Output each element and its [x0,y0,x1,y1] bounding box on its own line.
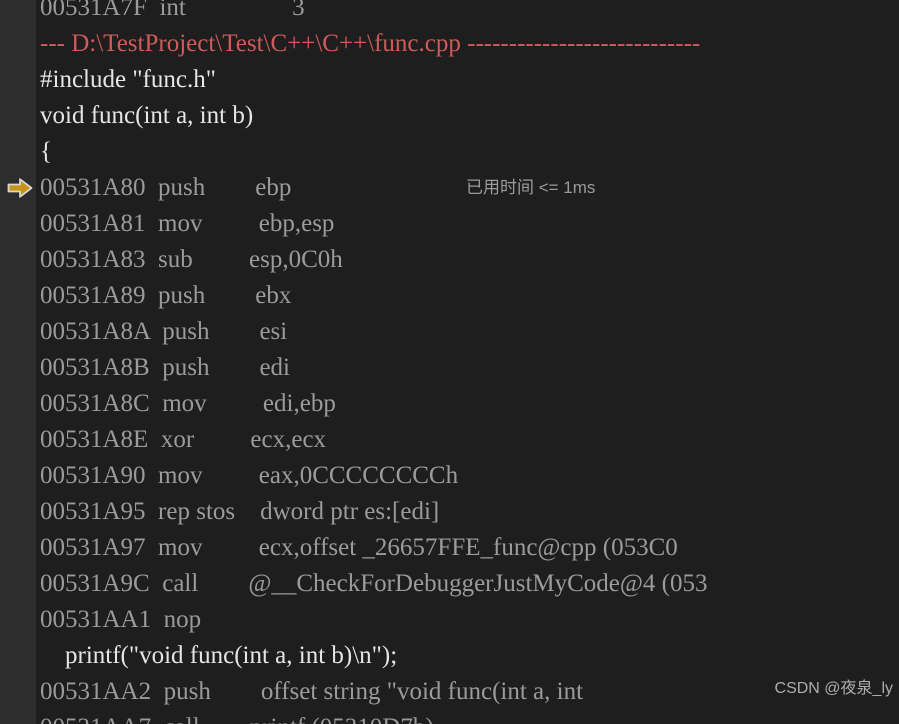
disassembly-line[interactable]: 00531A8E xor ecx,ecx [0,422,899,458]
line-text: 00531A8E xor ecx,ecx [40,426,327,453]
line-text: void func(int a, int b) [40,102,254,129]
line-text: 00531A89 push ebx [40,282,292,309]
line-text: 00531A90 mov eax,0CCCCCCCCh [40,462,459,489]
line-text: 00531AA2 push offset string "void func(i… [40,678,584,705]
line-text: 00531A9C call @__CheckForDebuggerJustMyC… [40,570,708,597]
disassembly-window: 00531A7F int 3 --- D:\TestProject\Test\C+… [0,0,899,724]
line-text: 00531A95 rep stos dword ptr es:[edi] [40,498,440,525]
disassembly-line[interactable]: 00531AA1 nop [0,602,899,638]
source-line[interactable]: { [0,134,899,170]
disassembly-line[interactable]: 00531A80 push ebp [0,170,899,206]
disassembly-line[interactable]: 00531A9C call @__CheckForDebuggerJustMyC… [0,566,899,602]
disassembly-line[interactable]: 00531A8A push esi [0,314,899,350]
current-statement-arrow-icon[interactable] [6,170,34,206]
line-text: 00531A7F int 3 [40,0,305,21]
disassembly-line[interactable]: 00531AA2 push offset string "void func(i… [0,674,899,710]
line-text: 00531A81 mov ebp,esp [40,210,335,237]
disassembly-line[interactable]: 00531A7F int 3 [0,0,899,26]
source-line[interactable]: printf("void func(int a, int b)\n"); [0,638,899,674]
line-text: 00531A8B push edi [40,354,290,381]
line-text: --- D:\TestProject\Test\C++\C++\func.cpp… [40,30,701,57]
line-text: 00531A83 sub esp,0C0h [40,246,343,273]
disassembly-line[interactable]: 00531A83 sub esp,0C0h [0,242,899,278]
disassembly-code-area[interactable]: 00531A7F int 3 --- D:\TestProject\Test\C+… [0,0,899,724]
elapsed-time-label: 已用时间 [466,178,534,197]
disassembly-line[interactable]: 00531A90 mov eax,0CCCCCCCCh [0,458,899,494]
source-file-header[interactable]: --- D:\TestProject\Test\C++\C++\func.cpp… [0,26,899,62]
source-line[interactable]: #include "func.h" [0,62,899,98]
line-text: 00531A8A push esi [40,318,288,345]
line-text: 00531A97 mov ecx,offset _26657FFE_func@c… [40,534,678,561]
csdn-watermark: CSDN @夜泉_ly [774,680,893,697]
source-line[interactable]: void func(int a, int b) [0,98,899,134]
disassembly-line[interactable]: 00531A95 rep stos dword ptr es:[edi] [0,494,899,530]
disassembly-line[interactable]: 00531AA7 call printf (05310D7b) [0,710,899,724]
disassembly-line[interactable]: 00531A97 mov ecx,offset _26657FFE_func@c… [0,530,899,566]
disassembly-line[interactable]: 00531A89 push ebx [0,278,899,314]
line-text: #include "func.h" [40,66,216,93]
disassembly-line[interactable]: 00531A8C mov edi,ebp [0,386,899,422]
line-text: { [40,138,52,165]
elapsed-time-value: <= 1ms [534,178,596,197]
line-text: 00531AA7 call printf (05310D7b) [40,710,434,724]
line-text: 00531A8C mov edi,ebp [40,390,336,417]
disassembly-line[interactable]: 00531A81 mov ebp,esp [0,206,899,242]
elapsed-time-adornment: 已用时间 <= 1ms [466,170,595,206]
disassembly-line[interactable]: 00531A8B push edi [0,350,899,386]
line-text: 00531A80 push ebp [40,174,292,201]
line-text: 00531AA1 nop [40,606,202,633]
line-text: printf("void func(int a, int b)\n"); [40,642,398,669]
